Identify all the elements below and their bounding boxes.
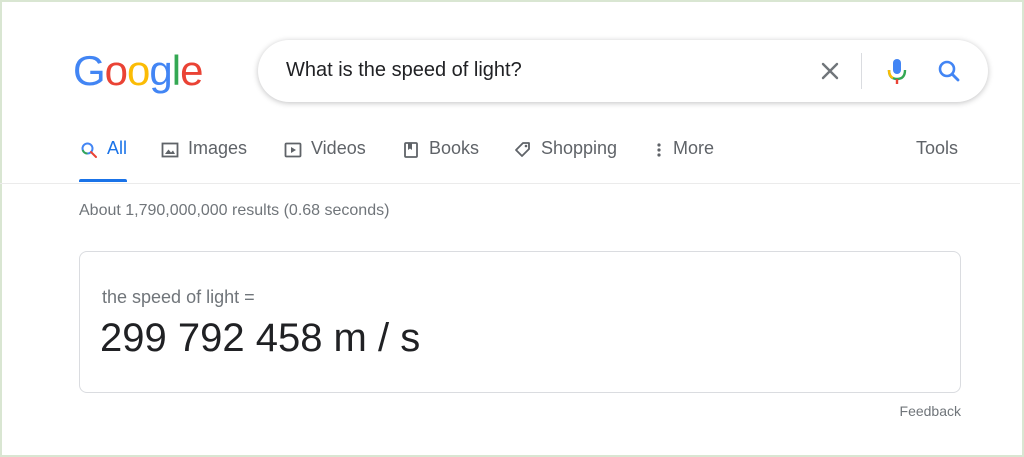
feedback-link[interactable]: Feedback [900, 403, 961, 419]
tools-label: Tools [916, 138, 959, 158]
tab-images[interactable]: Images [160, 138, 247, 184]
search-tabs: All Images Videos Books Shopping More To… [79, 138, 979, 184]
image-icon [160, 138, 180, 162]
answer-value: 299 792 458 m / s [100, 316, 421, 360]
tab-all[interactable]: All [79, 138, 127, 184]
tab-label: Images [188, 138, 248, 158]
search-input[interactable]: What is the speed of light? [286, 59, 522, 82]
tabs-divider [0, 183, 1020, 184]
logo-letter: l [171, 47, 181, 94]
tab-shopping[interactable]: Shopping [513, 138, 617, 184]
result-stats: About 1,790,000,000 results (0.68 second… [79, 202, 390, 219]
tab-videos[interactable]: Videos [283, 138, 366, 184]
more-vert-icon [653, 138, 665, 162]
tab-label: Videos [311, 138, 366, 158]
active-tab-indicator [79, 179, 127, 182]
tab-label: All [107, 138, 128, 158]
logo-letter: G [73, 47, 106, 94]
search-divider [861, 53, 862, 89]
logo-letter: o [104, 47, 128, 94]
play-icon [283, 138, 303, 162]
logo-letter: o [127, 47, 150, 94]
search-box[interactable]: What is the speed of light? [258, 40, 988, 102]
search-icon[interactable] [932, 54, 966, 88]
logo-letter: g [149, 47, 172, 94]
answer-label: the speed of light = [102, 287, 255, 307]
answer-card: the speed of light = 299 792 458 m / s [79, 251, 961, 393]
tab-more[interactable]: More [653, 138, 714, 184]
book-icon [401, 138, 421, 162]
tab-label: Books [429, 138, 480, 158]
google-logo[interactable]: Google [73, 47, 203, 94]
tab-label: Shopping [541, 138, 618, 158]
tools-button[interactable]: Tools [916, 138, 958, 184]
logo-letter: e [180, 47, 203, 94]
tag-icon [513, 138, 533, 162]
mic-icon[interactable] [880, 54, 914, 88]
tab-books[interactable]: Books [401, 138, 479, 184]
tab-label: More [673, 138, 715, 158]
close-icon[interactable] [816, 57, 844, 85]
search-icon [79, 138, 99, 162]
